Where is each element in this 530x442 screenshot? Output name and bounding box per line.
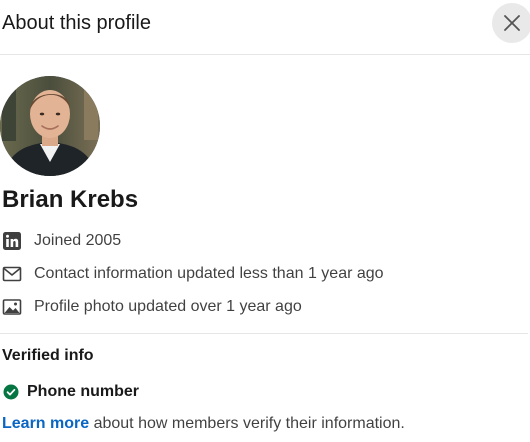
dialog-title: About this profile [2,12,151,34]
joined-row: Joined 2005 [2,230,121,252]
image-icon [2,297,22,317]
profile-photo [0,76,100,176]
learn-more-link[interactable]: Learn more [2,415,89,432]
envelope-icon [2,264,22,284]
verify-info-footer: Learn more about how members verify thei… [2,414,405,434]
section-divider [0,333,528,334]
dialog-header: About this profile [0,0,530,55]
linkedin-icon [2,231,22,251]
profile-avatar [0,76,100,176]
footer-text: about how members verify their informati… [89,415,405,432]
profile-photo-row: Profile photo updated over 1 year ago [2,296,302,318]
close-icon [504,15,520,31]
profile-name: Brian Krebs [2,186,139,213]
close-button[interactable] [492,3,530,43]
check-circle-icon [3,384,19,400]
verified-info-heading: Verified info [2,347,94,364]
verified-phone-row: Phone number [2,381,139,403]
profile-photo-text: Profile photo updated over 1 year ago [34,298,302,315]
contact-info-text: Contact information updated less than 1 … [34,265,384,282]
contact-info-row: Contact information updated less than 1 … [2,263,384,285]
phone-number-label: Phone number [27,383,140,400]
joined-text: Joined 2005 [34,232,122,249]
about-profile-dialog: About this profile Brian Krebs Joined 20… [0,0,530,442]
